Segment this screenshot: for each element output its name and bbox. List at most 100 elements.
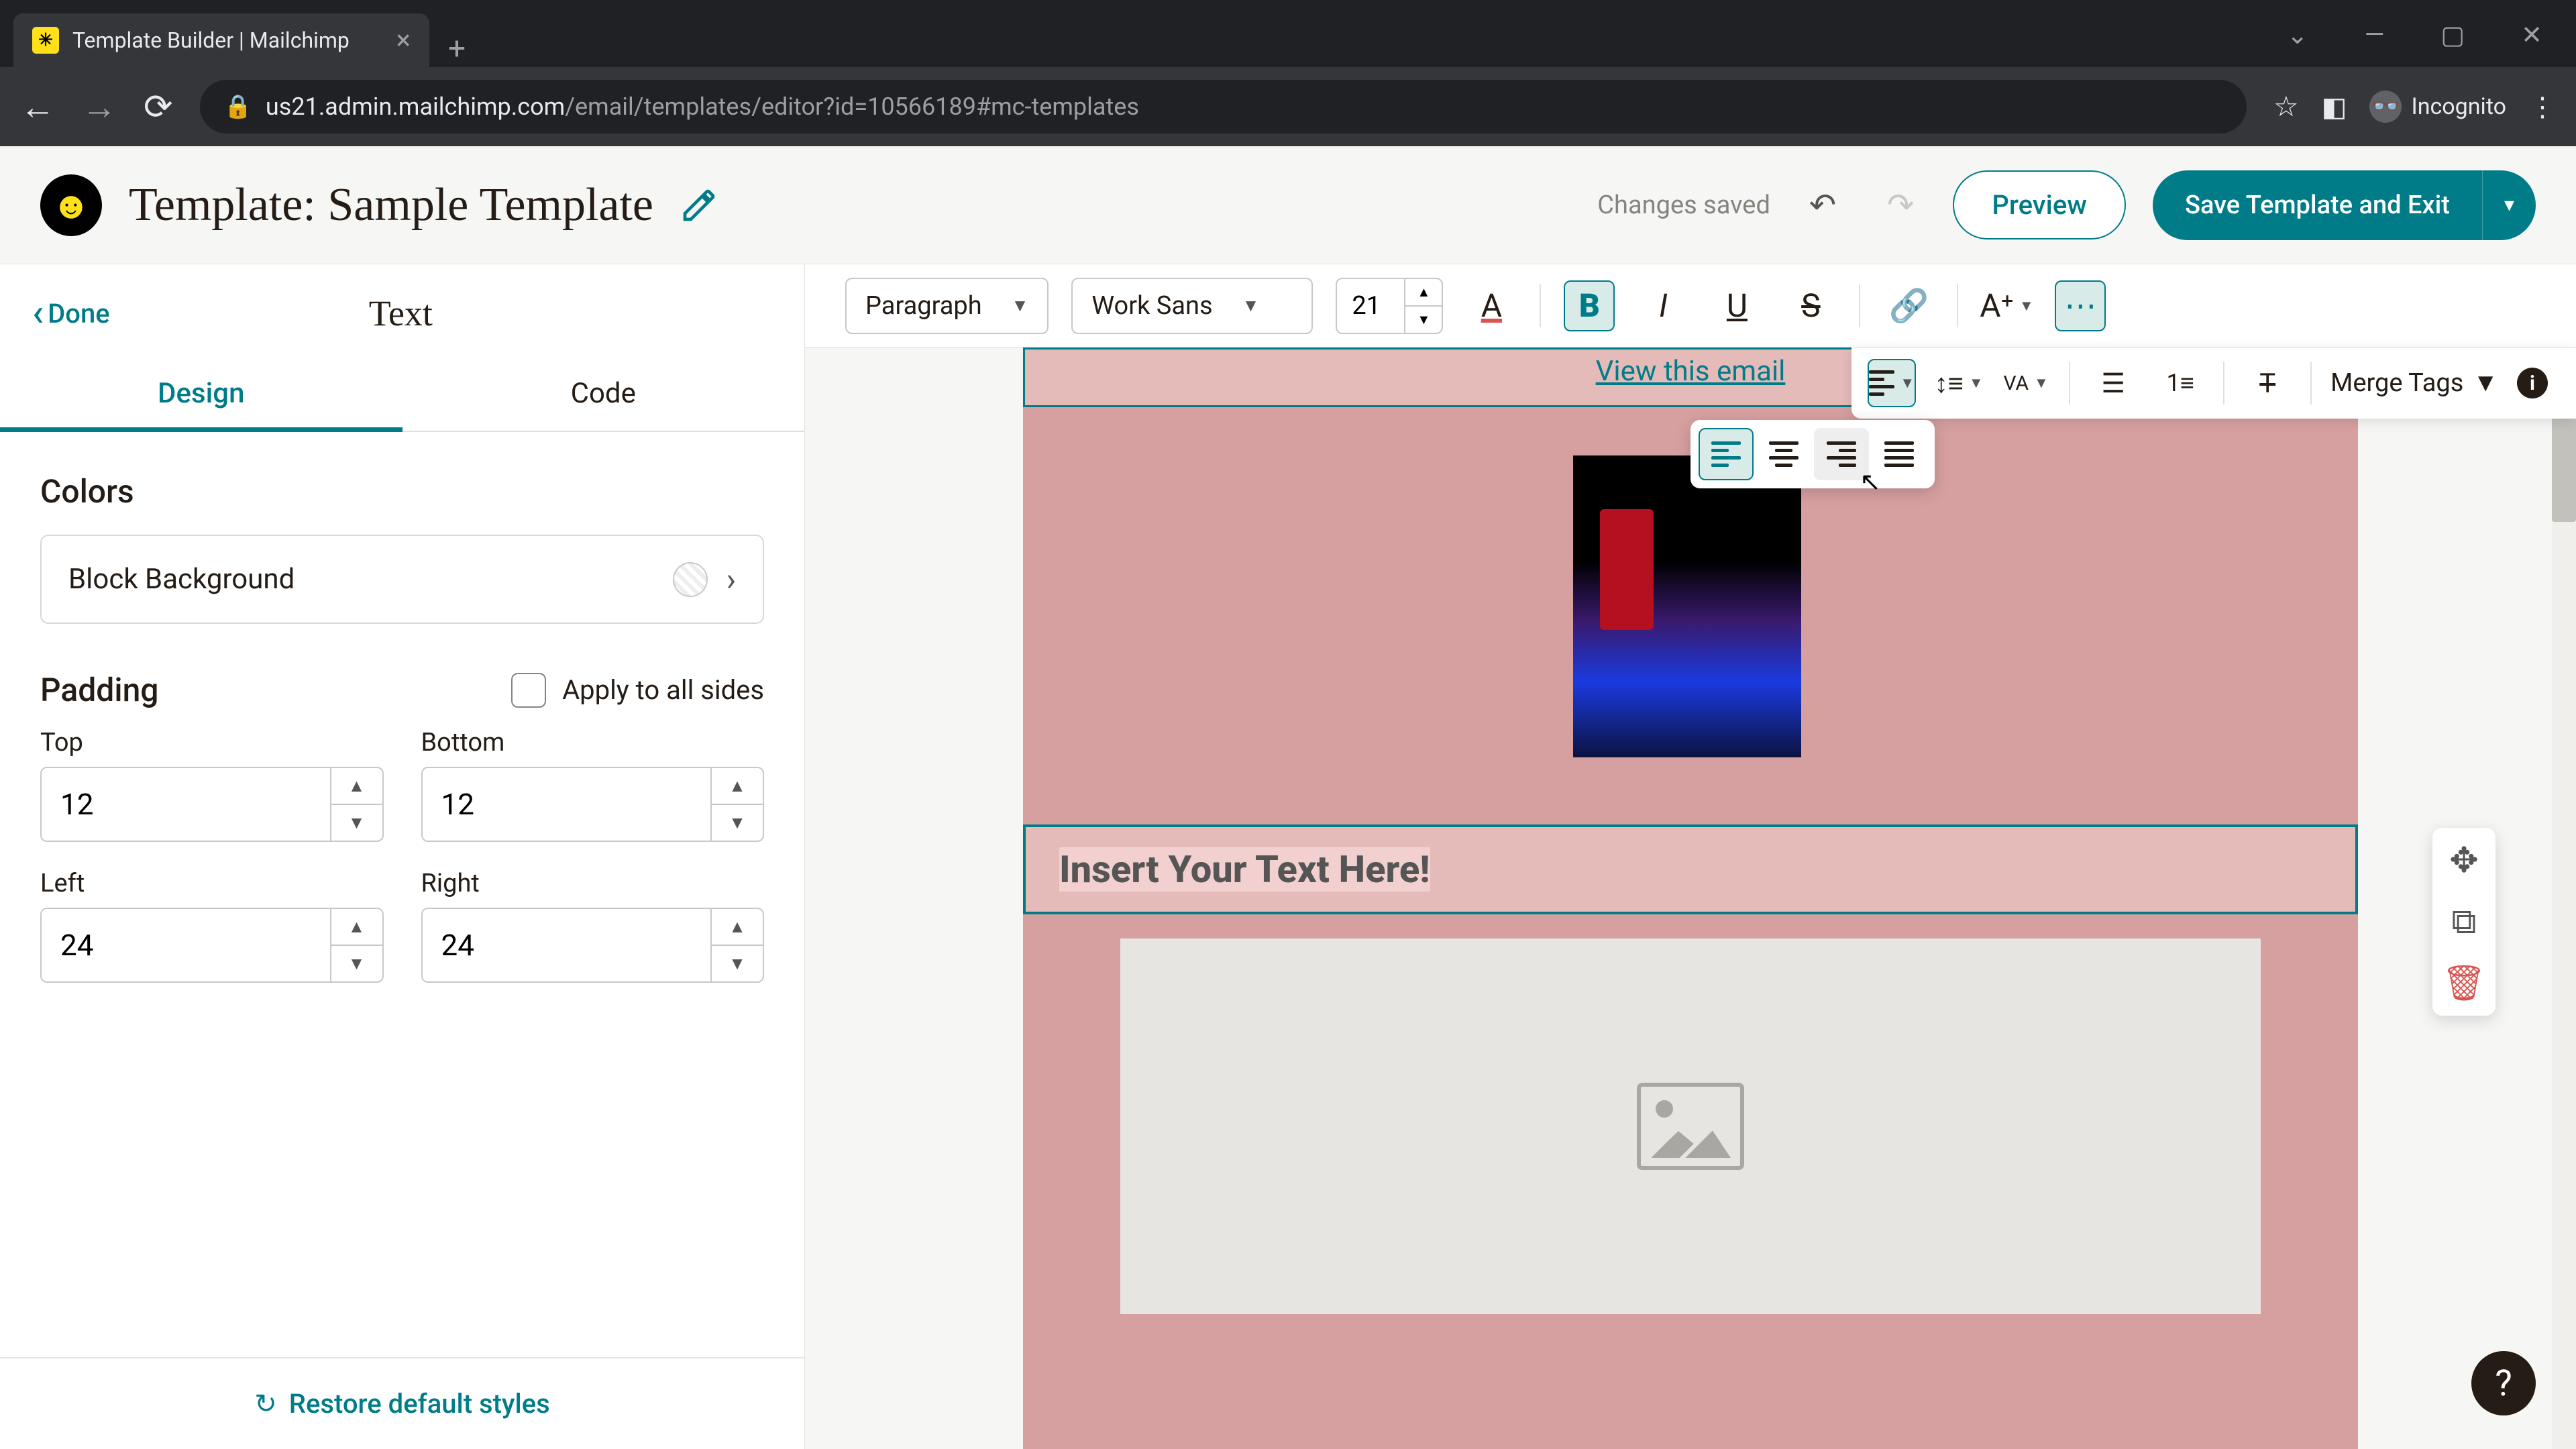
duplicate-block-icon[interactable]: ⧉ xyxy=(2442,901,2486,943)
maximize-icon[interactable]: ▢ xyxy=(2440,20,2465,50)
email-canvas[interactable]: View this email Insert Your Text Here! xyxy=(805,347,2576,1449)
numbered-list-icon[interactable]: 1≡ xyxy=(2156,359,2204,407)
block-background-row[interactable]: Block Background › xyxy=(40,535,764,624)
font-size-stepper: ▲▼ xyxy=(1336,278,1443,334)
browser-tab[interactable]: ✳ Template Builder | Mailchimp × xyxy=(13,13,429,67)
bookmark-star-icon[interactable]: ☆ xyxy=(2273,90,2299,123)
align-dropdown-trigger[interactable]: ▼ xyxy=(1868,359,1916,407)
align-center-option[interactable] xyxy=(1756,428,1811,480)
font-family-select[interactable]: Work Sans▼ xyxy=(1071,278,1313,334)
padding-top-up[interactable]: ▲ xyxy=(331,768,382,805)
strikethrough-icon[interactable]: S xyxy=(1785,280,1836,331)
info-icon[interactable]: i xyxy=(2517,368,2548,398)
align-justify-option[interactable] xyxy=(1872,428,1927,480)
align-left-option[interactable] xyxy=(1699,428,1754,480)
padding-heading: Padding xyxy=(40,671,159,709)
undo-icon[interactable]: ↶ xyxy=(1797,186,1848,224)
selected-text-block[interactable]: Insert Your Text Here! xyxy=(1023,824,2358,914)
text-block-content[interactable]: Insert Your Text Here! xyxy=(1059,847,1430,892)
apply-all-checkbox[interactable] xyxy=(511,673,546,708)
image-placeholder-block[interactable] xyxy=(1120,938,2261,1314)
view-in-browser-link[interactable]: View this email xyxy=(1596,355,1786,388)
close-window-icon[interactable]: ✕ xyxy=(2521,20,2542,50)
padding-bottom-down[interactable]: ▼ xyxy=(712,805,763,841)
align-right-option[interactable] xyxy=(1814,428,1869,480)
more-options-icon[interactable]: ⋯ xyxy=(2055,280,2106,331)
tab-design[interactable]: Design xyxy=(0,360,402,432)
link-icon[interactable]: 🔗 xyxy=(1883,280,1934,331)
line-height-icon[interactable]: ↕≡▼ xyxy=(1935,359,1983,407)
done-link[interactable]: Done xyxy=(32,298,110,329)
padding-left-input[interactable] xyxy=(42,909,330,981)
restore-icon: ↻ xyxy=(254,1388,277,1419)
bullet-list-icon[interactable]: ☰ xyxy=(2089,359,2137,407)
separator xyxy=(1859,284,1860,327)
font-size-down[interactable]: ▼ xyxy=(1405,307,1442,333)
padding-right-label: Right xyxy=(421,869,765,898)
save-template-button[interactable]: Save Template and Exit xyxy=(2153,170,2482,240)
chevron-down-icon: ▼ xyxy=(1242,295,1260,316)
browser-address-bar: ← → ⟳ 🔒 us21.admin.mailchimp.com/email/t… xyxy=(0,67,2576,146)
url-text: us21.admin.mailchimp.com/email/templates… xyxy=(266,93,1139,121)
url-field[interactable]: 🔒 us21.admin.mailchimp.com/email/templat… xyxy=(200,80,2247,133)
minimize-icon[interactable]: — xyxy=(2365,20,2385,50)
font-size-input[interactable] xyxy=(1337,291,1404,321)
mailchimp-logo[interactable]: ☻ xyxy=(40,174,102,236)
new-tab-button[interactable]: + xyxy=(448,31,466,67)
chevron-right-icon: › xyxy=(727,560,736,598)
separator xyxy=(2310,362,2312,405)
padding-top-label: Top xyxy=(40,728,384,757)
letter-spacing-icon[interactable]: VA▼ xyxy=(2002,359,2050,407)
move-block-icon[interactable]: ✥ xyxy=(2442,840,2486,881)
reload-icon[interactable]: ⟳ xyxy=(144,87,173,127)
block-background-swatch xyxy=(673,562,708,597)
padding-right-up[interactable]: ▲ xyxy=(712,909,763,946)
merge-tags-dropdown[interactable]: Merge Tags▼ xyxy=(2330,368,2498,398)
padding-right-input[interactable] xyxy=(423,909,711,981)
font-size-up[interactable]: ▲ xyxy=(1405,279,1442,307)
hero-image[interactable] xyxy=(1573,455,1801,757)
align-dropdown xyxy=(1690,420,1935,488)
lock-icon[interactable]: 🔒 xyxy=(224,93,252,120)
padding-bottom-input[interactable] xyxy=(423,768,711,841)
padding-top-down[interactable]: ▼ xyxy=(331,805,382,841)
preview-button[interactable]: Preview xyxy=(1953,170,2126,239)
padding-top-input[interactable] xyxy=(42,768,330,841)
kebab-menu-icon[interactable]: ⋮ xyxy=(2529,91,2556,123)
tab-code[interactable]: Code xyxy=(402,360,805,432)
text-styles-icon[interactable]: A⁺▼ xyxy=(1981,280,2032,331)
block-format-select[interactable]: Paragraph▼ xyxy=(845,278,1049,334)
forward-icon: → xyxy=(82,87,117,127)
tab-title: Template Builder | Mailchimp xyxy=(72,28,383,53)
app-header: ☻ Template: Sample Template Changes save… xyxy=(0,146,2576,264)
text-color-icon[interactable]: A xyxy=(1466,280,1517,331)
bold-icon[interactable]: B xyxy=(1564,280,1615,331)
email-body: View this email Insert Your Text Here! xyxy=(1023,347,2358,1449)
padding-left-up[interactable]: ▲ xyxy=(331,909,382,946)
padding-left-down[interactable]: ▼ xyxy=(331,946,382,981)
save-template-caret[interactable]: ▾ xyxy=(2482,170,2536,240)
padding-bottom-up[interactable]: ▲ xyxy=(712,768,763,805)
restore-default-styles[interactable]: ↻ Restore default styles xyxy=(0,1357,804,1449)
chevron-down-icon: ▼ xyxy=(1012,295,1029,316)
close-tab-icon[interactable]: × xyxy=(396,27,411,54)
back-icon[interactable]: ← xyxy=(20,87,55,127)
padding-bottom-label: Bottom xyxy=(421,728,765,757)
tab-search-icon[interactable]: ⌄ xyxy=(2287,20,2308,50)
help-fab[interactable]: ? xyxy=(2471,1351,2536,1415)
block-background-label: Block Background xyxy=(68,563,294,596)
italic-icon[interactable]: I xyxy=(1638,280,1688,331)
incognito-indicator[interactable]: 👓 Incognito xyxy=(2369,91,2506,123)
side-panel-icon[interactable]: ◧ xyxy=(2322,91,2347,123)
clear-formatting-icon[interactable]: T xyxy=(2243,359,2292,407)
padding-bottom-stepper: ▲▼ xyxy=(421,767,765,842)
save-button-group: Save Template and Exit ▾ xyxy=(2153,170,2536,240)
edit-title-icon[interactable] xyxy=(680,186,718,224)
canvas-scrollbar[interactable] xyxy=(2552,347,2576,1449)
underline-icon[interactable]: U xyxy=(1711,280,1762,331)
separator xyxy=(2223,362,2224,405)
padding-right-down[interactable]: ▼ xyxy=(712,946,763,981)
apply-all-label: Apply to all sides xyxy=(562,674,764,706)
delete-block-icon[interactable]: 🗑 xyxy=(2442,963,2486,1004)
separator xyxy=(2069,362,2070,405)
